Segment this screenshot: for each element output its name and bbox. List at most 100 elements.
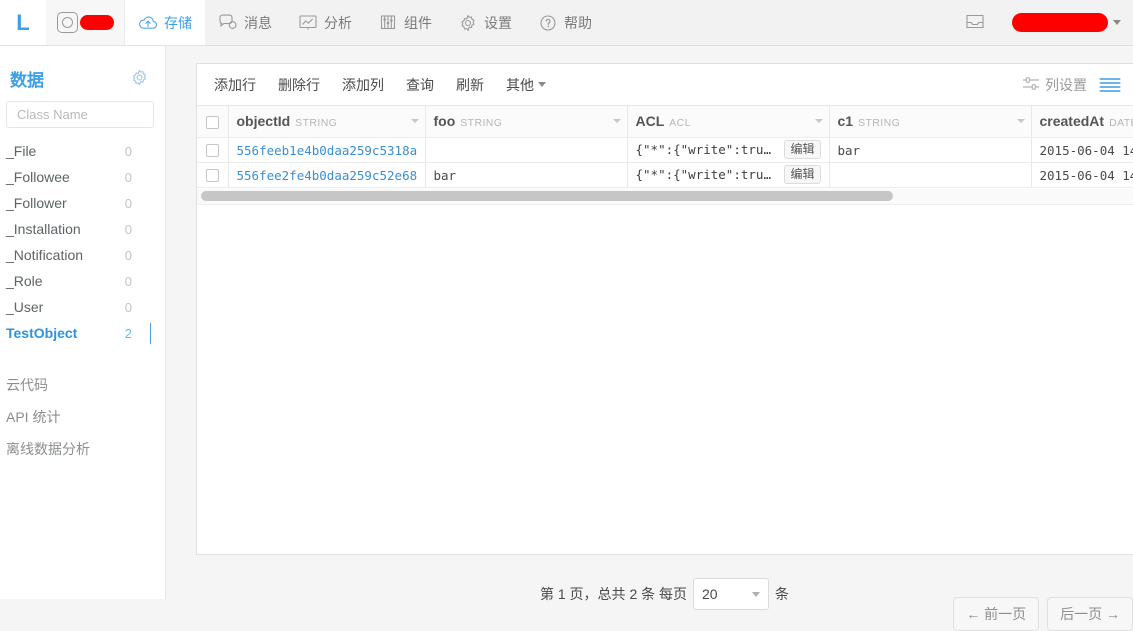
column-header-foo[interactable]: fooSTRING (425, 106, 627, 137)
per-page-unit: 条 (775, 584, 789, 604)
rows-view-icon[interactable] (1099, 77, 1121, 93)
class-count: 0 (125, 248, 155, 263)
sidebar-class-_Installation[interactable]: _Installation 0 (0, 216, 165, 242)
chevron-down-icon[interactable] (411, 119, 419, 123)
scrollbar-thumb[interactable] (201, 191, 893, 201)
sidebar-header: 数据 (0, 46, 165, 99)
sidebar-class-_Follower[interactable]: _Follower 0 (0, 190, 165, 216)
row-select-cell (197, 162, 228, 187)
nav-item-label: 设置 (484, 13, 512, 33)
sidebar-item-cloud-code[interactable]: 云代码 (0, 369, 165, 401)
cell-c1[interactable]: bar (829, 137, 1031, 162)
data-browser-panel: 添加行 删除行 添加列 查询 刷新 其他 列设置 (196, 63, 1133, 555)
nav-item-settings[interactable]: 设置 (445, 0, 525, 45)
chevron-down-icon[interactable] (613, 119, 621, 123)
page-summary-text: 第 1 页，总共 2 条 每页 (540, 584, 687, 604)
cell-acl[interactable]: {"*":{"write":true,"… 编辑 (627, 137, 829, 162)
cell-objectId[interactable]: 556fee2fe4b0daa259c52e68 (228, 162, 425, 187)
cell-objectId[interactable]: 556feeb1e4b0daa259c5318a (228, 137, 425, 162)
cell-c1[interactable] (829, 162, 1031, 187)
app-selector[interactable] (46, 0, 125, 45)
user-menu-button[interactable] (1002, 0, 1121, 45)
class-name: _Installation (6, 221, 81, 237)
cell-createdAt[interactable]: 2015-06-04 14 (1031, 137, 1133, 162)
object-id-link[interactable]: 556feeb1e4b0daa259c5318a (237, 143, 418, 158)
sidebar-title: 数据 (10, 66, 44, 91)
acl-edit-button[interactable]: 编辑 (784, 140, 820, 159)
cell-value: bar (838, 143, 861, 158)
column-header-c1[interactable]: c1STRING (829, 106, 1031, 137)
refresh-button[interactable]: 刷新 (445, 70, 495, 100)
acl-cell-content: {"*":{"write":true,"… 编辑 (636, 140, 821, 159)
acl-edit-button[interactable]: 编辑 (784, 165, 820, 184)
sidebar-class-_User[interactable]: _User 0 (0, 294, 165, 320)
column-type: STRING (858, 117, 900, 129)
select-all-header (197, 106, 228, 137)
previous-page-button[interactable]: ← 前一页 (953, 597, 1039, 631)
column-header-createdAt[interactable]: createdAtDATE (1031, 106, 1133, 137)
chevron-down-icon (538, 82, 546, 87)
per-page-select[interactable]: 20 (693, 578, 769, 610)
add-row-button[interactable]: 添加行 (203, 70, 267, 100)
nav-item-label: 组件 (404, 13, 432, 33)
nav-item-analytics[interactable]: 分析 (285, 0, 365, 45)
cell-foo[interactable] (425, 137, 627, 162)
row-checkbox[interactable] (206, 169, 219, 182)
sidebar-class-_Notification[interactable]: _Notification 0 (0, 242, 165, 268)
table-row[interactable]: 556fee2fe4b0daa259c52e68 bar {"*":{"writ… (197, 162, 1133, 187)
chart-icon (298, 13, 318, 33)
add-column-button[interactable]: 添加列 (331, 70, 395, 100)
sidebar-class-_Role[interactable]: _Role 0 (0, 268, 165, 294)
sidebar-link-label: API 统计 (6, 407, 60, 427)
class-name: TestObject (6, 325, 77, 341)
column-settings-button[interactable]: 列设置 (1022, 75, 1087, 95)
sidebar-item-api-stats[interactable]: API 统计 (0, 401, 165, 433)
nav-item-label: 分析 (324, 13, 352, 33)
column-type: STRING (460, 117, 502, 129)
chevron-down-icon (1113, 20, 1121, 25)
cell-value: bar (434, 168, 457, 183)
class-count: 0 (125, 170, 155, 185)
column-header-ACL[interactable]: ACLACL (627, 106, 829, 137)
column-name: createdAt (1040, 113, 1105, 129)
column-type: ACL (669, 117, 691, 129)
next-page-button[interactable]: 后一页 → (1047, 597, 1133, 631)
column-header-objectId[interactable]: objectIdSTRING (228, 106, 425, 137)
cell-foo[interactable]: bar (425, 162, 627, 187)
sidebar-class-_Followee[interactable]: _Followee 0 (0, 164, 165, 190)
pagination-bar: 第 1 页，总共 2 条 每页 20 条 ← 前一页 后一页 → (196, 570, 1133, 630)
sidebar-class-TestObject[interactable]: TestObject 2 (0, 320, 165, 346)
nav-item-components[interactable]: 组件 (365, 0, 445, 45)
class-list: _File 0 _Followee 0 _Follower 0 _Install… (0, 138, 165, 346)
class-name-search-input[interactable] (6, 101, 154, 128)
acl-cell-content: {"*":{"write":true,"… 编辑 (636, 165, 821, 184)
cell-acl[interactable]: {"*":{"write":true,"… 编辑 (627, 162, 829, 187)
chevron-down-icon[interactable] (815, 119, 823, 123)
query-button[interactable]: 查询 (395, 70, 445, 100)
inbox-button[interactable] (948, 0, 1002, 45)
more-button[interactable]: 其他 (495, 70, 557, 100)
per-page-value: 20 (702, 586, 718, 602)
nav-item-help[interactable]: 帮助 (525, 0, 605, 45)
app-logo[interactable]: L (0, 0, 46, 45)
question-icon (538, 13, 558, 33)
sidebar-item-offline-analysis[interactable]: 离线数据分析 (0, 433, 165, 465)
chevron-down-icon[interactable] (1017, 119, 1025, 123)
row-checkbox[interactable] (206, 144, 219, 157)
cell-createdAt[interactable]: 2015-06-04 14 (1031, 162, 1133, 187)
select-all-checkbox[interactable] (206, 116, 219, 129)
class-name: _Followee (6, 169, 70, 185)
horizontal-scrollbar[interactable] (197, 189, 1133, 205)
nav-item-storage[interactable]: 存储 (125, 0, 205, 45)
cell-value: 2015-06-04 14 (1040, 168, 1133, 183)
nav-item-messages[interactable]: 消息 (205, 0, 285, 45)
gear-icon[interactable] (130, 68, 149, 90)
class-count: 0 (125, 144, 155, 159)
table-row[interactable]: 556feeb1e4b0daa259c5318a {"*":{"write":t… (197, 137, 1133, 162)
delete-row-button[interactable]: 删除行 (267, 70, 331, 100)
nav-item-label: 存储 (164, 13, 192, 33)
object-id-link[interactable]: 556fee2fe4b0daa259c52e68 (237, 168, 418, 183)
cloud-upload-icon (138, 13, 158, 33)
sidebar-class-_File[interactable]: _File 0 (0, 138, 165, 164)
app-square-icon (57, 12, 78, 33)
